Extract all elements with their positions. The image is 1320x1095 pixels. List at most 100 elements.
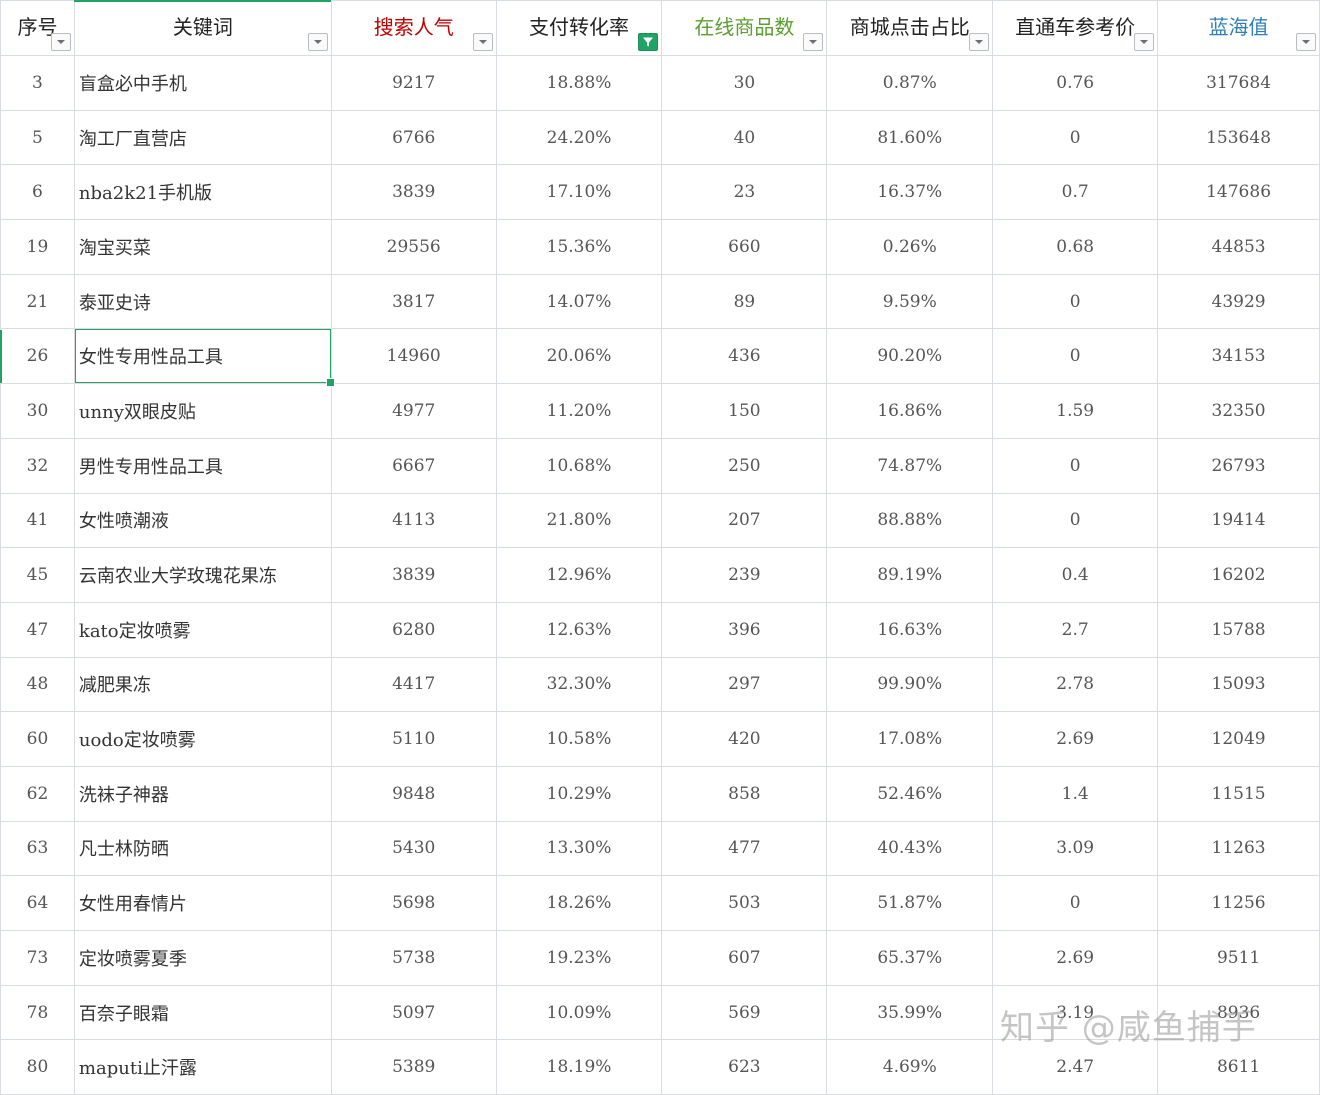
cell-ppc-reference-price[interactable]: 0.7 bbox=[992, 164, 1159, 221]
cell-keyword[interactable]: 减肥果冻 bbox=[73, 656, 332, 713]
cell-conversion-rate[interactable]: 18.88% bbox=[495, 55, 663, 111]
cell-ppc-reference-price[interactable]: 3.09 bbox=[992, 820, 1159, 877]
cell-blue-ocean-value[interactable]: 16202 bbox=[1157, 547, 1320, 603]
cell-blue-ocean-value[interactable]: 11515 bbox=[1157, 765, 1320, 822]
cell-online-products[interactable]: 150 bbox=[661, 383, 828, 439]
cell-online-products[interactable]: 40 bbox=[661, 109, 828, 166]
cell-index[interactable]: 47 bbox=[0, 601, 75, 658]
cell-conversion-rate[interactable]: 10.09% bbox=[495, 984, 663, 1041]
filter-dropdown-button[interactable] bbox=[472, 33, 493, 51]
cell-search-popularity[interactable]: 5698 bbox=[330, 875, 497, 931]
cell-ppc-reference-price[interactable]: 0.76 bbox=[992, 55, 1159, 111]
cell-online-products[interactable]: 239 bbox=[661, 547, 828, 603]
cell-ppc-reference-price[interactable]: 0 bbox=[992, 273, 1159, 330]
column-header-blue-ocean-value[interactable]: 蓝海值 bbox=[1157, 0, 1320, 56]
cell-ppc-reference-price[interactable]: 0.68 bbox=[992, 219, 1159, 275]
cell-keyword[interactable]: maputi止汗露 bbox=[73, 1039, 332, 1095]
cell-online-products[interactable]: 89 bbox=[661, 273, 828, 330]
cell-index[interactable]: 26 bbox=[0, 328, 75, 385]
cell-mall-click-share[interactable]: 16.37% bbox=[826, 164, 994, 221]
cell-blue-ocean-value[interactable]: 11263 bbox=[1157, 820, 1320, 877]
cell-online-products[interactable]: 250 bbox=[661, 437, 828, 494]
column-header-mall-click-share[interactable]: 商城点击占比 bbox=[826, 0, 994, 56]
cell-conversion-rate[interactable]: 17.10% bbox=[495, 164, 663, 221]
cell-online-products[interactable]: 623 bbox=[661, 1039, 828, 1095]
cell-mall-click-share[interactable]: 4.69% bbox=[826, 1039, 994, 1095]
cell-blue-ocean-value[interactable]: 32350 bbox=[1157, 383, 1320, 439]
cell-conversion-rate[interactable]: 11.20% bbox=[495, 383, 663, 439]
cell-keyword[interactable]: 淘工厂直营店 bbox=[73, 109, 332, 166]
cell-conversion-rate[interactable]: 13.30% bbox=[495, 820, 663, 877]
cell-ppc-reference-price[interactable]: 0 bbox=[992, 492, 1159, 549]
cell-ppc-reference-price[interactable]: 0 bbox=[992, 328, 1159, 385]
cell-keyword[interactable]: 云南农业大学玫瑰花果冻 bbox=[73, 547, 332, 603]
cell-conversion-rate[interactable]: 10.68% bbox=[495, 437, 663, 494]
cell-online-products[interactable]: 23 bbox=[661, 164, 828, 221]
cell-keyword[interactable]: 男性专用性品工具 bbox=[73, 437, 332, 494]
cell-mall-click-share[interactable]: 65.37% bbox=[826, 930, 994, 986]
cell-online-products[interactable]: 297 bbox=[661, 656, 828, 713]
cell-conversion-rate[interactable]: 18.26% bbox=[495, 875, 663, 931]
cell-mall-click-share[interactable]: 89.19% bbox=[826, 547, 994, 603]
cell-index[interactable]: 48 bbox=[0, 656, 75, 713]
cell-search-popularity[interactable]: 5430 bbox=[330, 820, 497, 877]
cell-search-popularity[interactable]: 5097 bbox=[330, 984, 497, 1041]
column-header-search-popularity[interactable]: 搜索人气 bbox=[330, 0, 497, 56]
cell-mall-click-share[interactable]: 51.87% bbox=[826, 875, 994, 931]
cell-search-popularity[interactable]: 9217 bbox=[330, 55, 497, 111]
cell-mall-click-share[interactable]: 90.20% bbox=[826, 328, 994, 385]
cell-blue-ocean-value[interactable]: 153648 bbox=[1157, 109, 1320, 166]
cell-online-products[interactable]: 569 bbox=[661, 984, 828, 1041]
cell-index[interactable]: 78 bbox=[0, 984, 75, 1041]
cell-keyword[interactable]: 盲盒必中手机 bbox=[73, 55, 332, 111]
cell-search-popularity[interactable]: 9848 bbox=[330, 765, 497, 822]
cell-conversion-rate[interactable]: 20.06% bbox=[495, 328, 663, 385]
column-header-conversion-rate[interactable]: 支付转化率 bbox=[495, 0, 663, 56]
cell-index[interactable]: 6 bbox=[0, 164, 75, 221]
cell-index[interactable]: 63 bbox=[0, 820, 75, 877]
cell-blue-ocean-value[interactable]: 34153 bbox=[1157, 328, 1320, 385]
cell-blue-ocean-value[interactable]: 15788 bbox=[1157, 601, 1320, 658]
cell-blue-ocean-value[interactable]: 44853 bbox=[1157, 219, 1320, 275]
cell-keyword[interactable]: 凡士林防晒 bbox=[73, 820, 332, 877]
cell-ppc-reference-price[interactable]: 0.4 bbox=[992, 547, 1159, 603]
cell-index[interactable]: 41 bbox=[0, 492, 75, 549]
cell-conversion-rate[interactable]: 12.96% bbox=[495, 547, 663, 603]
fill-handle[interactable] bbox=[326, 378, 335, 387]
cell-mall-click-share[interactable]: 74.87% bbox=[826, 437, 994, 494]
cell-index[interactable]: 62 bbox=[0, 765, 75, 822]
cell-keyword[interactable]: unny双眼皮贴 bbox=[73, 383, 332, 439]
cell-mall-click-share[interactable]: 0.26% bbox=[826, 219, 994, 275]
cell-search-popularity[interactable]: 5389 bbox=[330, 1039, 497, 1095]
cell-search-popularity[interactable]: 6667 bbox=[330, 437, 497, 494]
filter-dropdown-button[interactable] bbox=[1134, 33, 1155, 51]
cell-search-popularity[interactable]: 14960 bbox=[330, 328, 497, 385]
filter-dropdown-button[interactable] bbox=[969, 33, 990, 51]
cell-keyword[interactable]: 泰亚史诗 bbox=[73, 273, 332, 330]
cell-conversion-rate[interactable]: 10.29% bbox=[495, 765, 663, 822]
cell-mall-click-share[interactable]: 99.90% bbox=[826, 656, 994, 713]
cell-online-products[interactable]: 660 bbox=[661, 219, 828, 275]
cell-online-products[interactable]: 858 bbox=[661, 765, 828, 822]
cell-online-products[interactable]: 396 bbox=[661, 601, 828, 658]
cell-online-products[interactable]: 420 bbox=[661, 711, 828, 767]
cell-ppc-reference-price[interactable]: 2.7 bbox=[992, 601, 1159, 658]
cell-mall-click-share[interactable]: 16.86% bbox=[826, 383, 994, 439]
cell-search-popularity[interactable]: 29556 bbox=[330, 219, 497, 275]
cell-ppc-reference-price[interactable]: 0 bbox=[992, 109, 1159, 166]
cell-blue-ocean-value[interactable]: 43929 bbox=[1157, 273, 1320, 330]
cell-blue-ocean-value[interactable]: 26793 bbox=[1157, 437, 1320, 494]
filter-dropdown-button[interactable] bbox=[1296, 33, 1316, 51]
cell-ppc-reference-price[interactable]: 0 bbox=[992, 437, 1159, 494]
cell-online-products[interactable]: 207 bbox=[661, 492, 828, 549]
cell-mall-click-share[interactable]: 40.43% bbox=[826, 820, 994, 877]
cell-blue-ocean-value[interactable]: 12049 bbox=[1157, 711, 1320, 767]
cell-conversion-rate[interactable]: 19.23% bbox=[495, 930, 663, 986]
cell-index[interactable]: 5 bbox=[0, 109, 75, 166]
cell-keyword[interactable]: 百奈子眼霜 bbox=[73, 984, 332, 1041]
cell-keyword[interactable]: 女性用春情片 bbox=[73, 875, 332, 931]
cell-index[interactable]: 60 bbox=[0, 711, 75, 767]
cell-ppc-reference-price[interactable]: 1.4 bbox=[992, 765, 1159, 822]
cell-online-products[interactable]: 30 bbox=[661, 55, 828, 111]
cell-search-popularity[interactable]: 5738 bbox=[330, 930, 497, 986]
